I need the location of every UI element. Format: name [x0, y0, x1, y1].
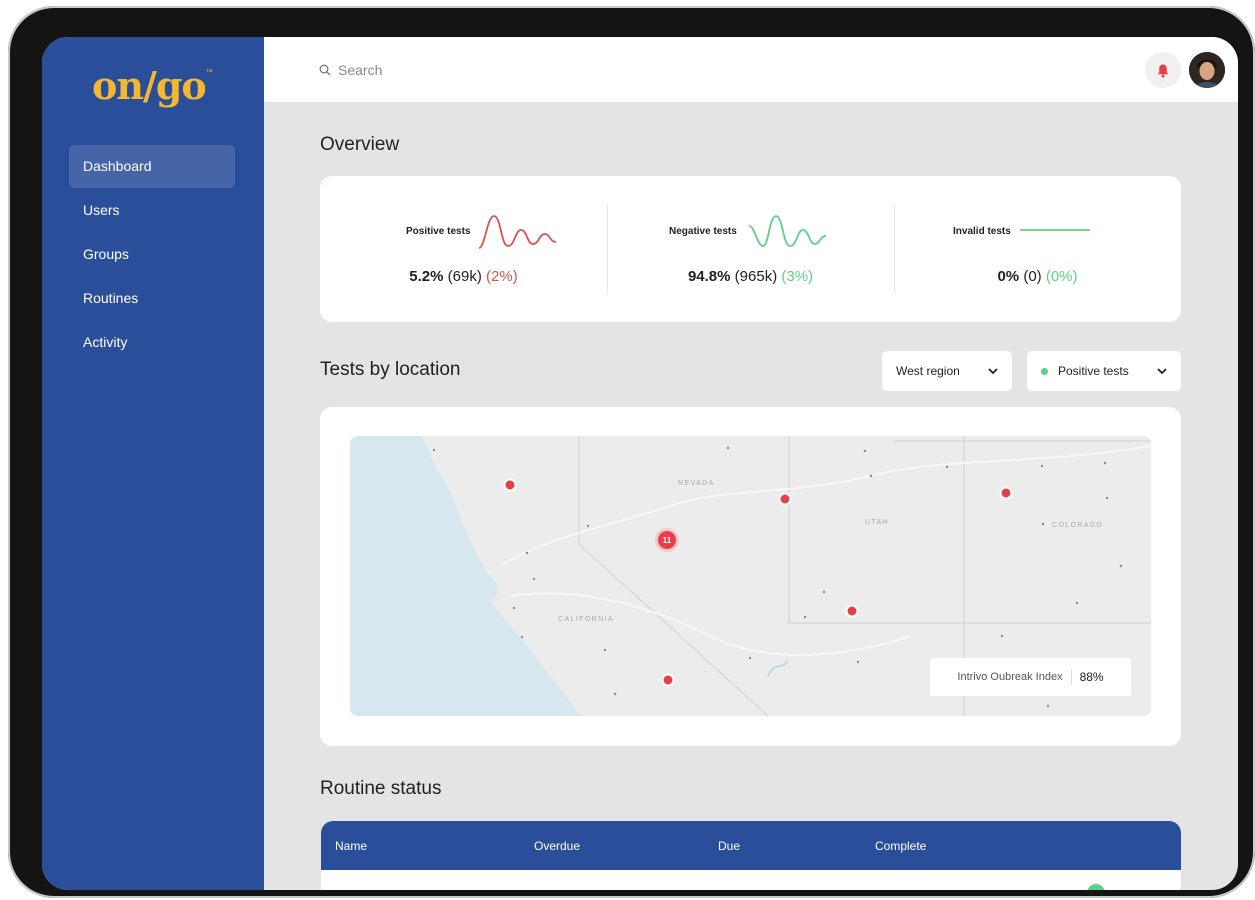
routine-status-title: Routine status — [320, 778, 442, 799]
avatar[interactable] — [1189, 52, 1225, 88]
logo-text: on/go — [92, 63, 207, 108]
tablet-frame: on/go™ Dashboard Users Groups Routines A… — [8, 6, 1255, 898]
sidebar-item-label: Activity — [83, 334, 128, 350]
search-input[interactable]: Search — [319, 59, 719, 81]
status-indicator — [1087, 884, 1105, 890]
stat-percent: 94.8% — [687, 268, 731, 285]
sidebar-item-label: Routines — [83, 290, 139, 306]
top-bar: Search — [264, 37, 1238, 102]
map-marker[interactable] — [999, 486, 1013, 500]
map-label-utah: UTAH — [865, 519, 889, 526]
outbreak-index-box: Intrivo Oubreak Index 88% — [930, 658, 1131, 696]
chevron-down-icon — [1157, 367, 1167, 374]
sidebar-item-label: Groups — [83, 246, 129, 262]
stat-values: 94.8% (965k) (3%) — [607, 268, 894, 285]
outbreak-index-value: 88% — [1079, 670, 1104, 684]
overview-card: Positive tests 5.2% (69k) (2%) Negative … — [320, 176, 1181, 322]
stat-change: (0%) — [1045, 268, 1078, 285]
table-header: Name Overdue Due Complete — [321, 821, 1181, 870]
bell-icon — [1157, 64, 1169, 77]
column-header-complete[interactable]: Complete — [875, 839, 926, 853]
search-placeholder: Search — [338, 62, 383, 78]
logo-trademark: ™ — [205, 69, 213, 76]
map-label-nevada: NEVADA — [678, 480, 715, 487]
location-map[interactable]: NEVADA UTAH COLORADO CALIFORNIA 11 Intri… — [350, 436, 1151, 716]
metric-select[interactable]: Positive tests — [1027, 351, 1181, 391]
main-content: Overview Positive tests 5.2% (69k) (2%) … — [264, 102, 1238, 890]
search-icon — [319, 64, 331, 76]
divider — [1070, 669, 1072, 685]
avatar-image — [1189, 52, 1225, 88]
map-card: NEVADA UTAH COLORADO CALIFORNIA 11 Intri… — [320, 407, 1181, 746]
map-marker[interactable] — [661, 673, 675, 687]
stat-positive-tests: Positive tests 5.2% (69k) (2%) — [320, 176, 607, 322]
sidebar-item-users[interactable]: Users — [69, 189, 235, 232]
sidebar-item-routines[interactable]: Routines — [69, 277, 235, 320]
stat-change: (2%) — [486, 268, 518, 285]
stat-count: (965k) — [734, 268, 778, 285]
sidebar-item-groups[interactable]: Groups — [69, 233, 235, 276]
stat-count: (0) — [1023, 268, 1042, 285]
stat-count: (69k) — [447, 268, 482, 285]
stat-label: Positive tests — [406, 226, 471, 237]
map-label-california: CALIFORNIA — [558, 616, 614, 623]
sidebar-item-label: Users — [83, 202, 120, 218]
tests-by-location-title: Tests by location — [320, 359, 461, 380]
stat-percent: 0% — [997, 268, 1020, 285]
map-label-colorado: COLORADO — [1052, 522, 1103, 529]
stat-values: 5.2% (69k) (2%) — [320, 268, 607, 285]
metric-select-value: Positive tests — [1058, 364, 1129, 378]
column-header-overdue[interactable]: Overdue — [534, 839, 580, 853]
positive-legend-dot — [1041, 367, 1048, 375]
overview-title: Overview — [320, 134, 400, 155]
sidebar-item-label: Dashboard — [83, 158, 152, 174]
app-logo[interactable]: on/go™ — [92, 63, 213, 108]
stat-label: Invalid tests — [953, 226, 1011, 237]
routine-status-table: Name Overdue Due Complete — [321, 821, 1181, 890]
map-marker[interactable] — [845, 604, 859, 618]
sidebar-item-dashboard[interactable]: Dashboard — [69, 145, 235, 188]
stat-change: (3%) — [781, 268, 814, 285]
sidebar: on/go™ Dashboard Users Groups Routines A… — [42, 37, 264, 890]
positive-trend-sparkline — [478, 215, 557, 249]
notifications-button[interactable] — [1145, 52, 1181, 88]
column-header-due[interactable]: Due — [718, 839, 740, 853]
map-marker[interactable] — [778, 492, 792, 506]
region-select[interactable]: West region — [882, 351, 1012, 391]
map-cluster-count: 11 — [663, 536, 672, 545]
stat-values: 0% (0) (0%) — [894, 268, 1181, 285]
stat-negative-tests: Negative tests 94.8% (965k) (3%) — [607, 176, 894, 322]
column-header-name[interactable]: Name — [335, 839, 367, 853]
outbreak-index-label: Intrivo Oubreak Index — [957, 671, 1063, 683]
sidebar-item-activity[interactable]: Activity — [69, 321, 235, 364]
app-screen: on/go™ Dashboard Users Groups Routines A… — [42, 37, 1238, 890]
stat-invalid-tests: Invalid tests 0% (0) (0%) — [894, 176, 1181, 322]
invalid-trend-sparkline — [1020, 229, 1090, 231]
sidebar-nav: Dashboard Users Groups Routines Activity — [69, 145, 235, 365]
chevron-down-icon — [988, 367, 998, 374]
region-select-value: West region — [896, 364, 960, 378]
map-marker[interactable] — [503, 478, 517, 492]
stat-label: Negative tests — [669, 226, 737, 237]
negative-trend-sparkline — [748, 215, 827, 247]
stat-percent: 5.2% — [409, 268, 444, 285]
